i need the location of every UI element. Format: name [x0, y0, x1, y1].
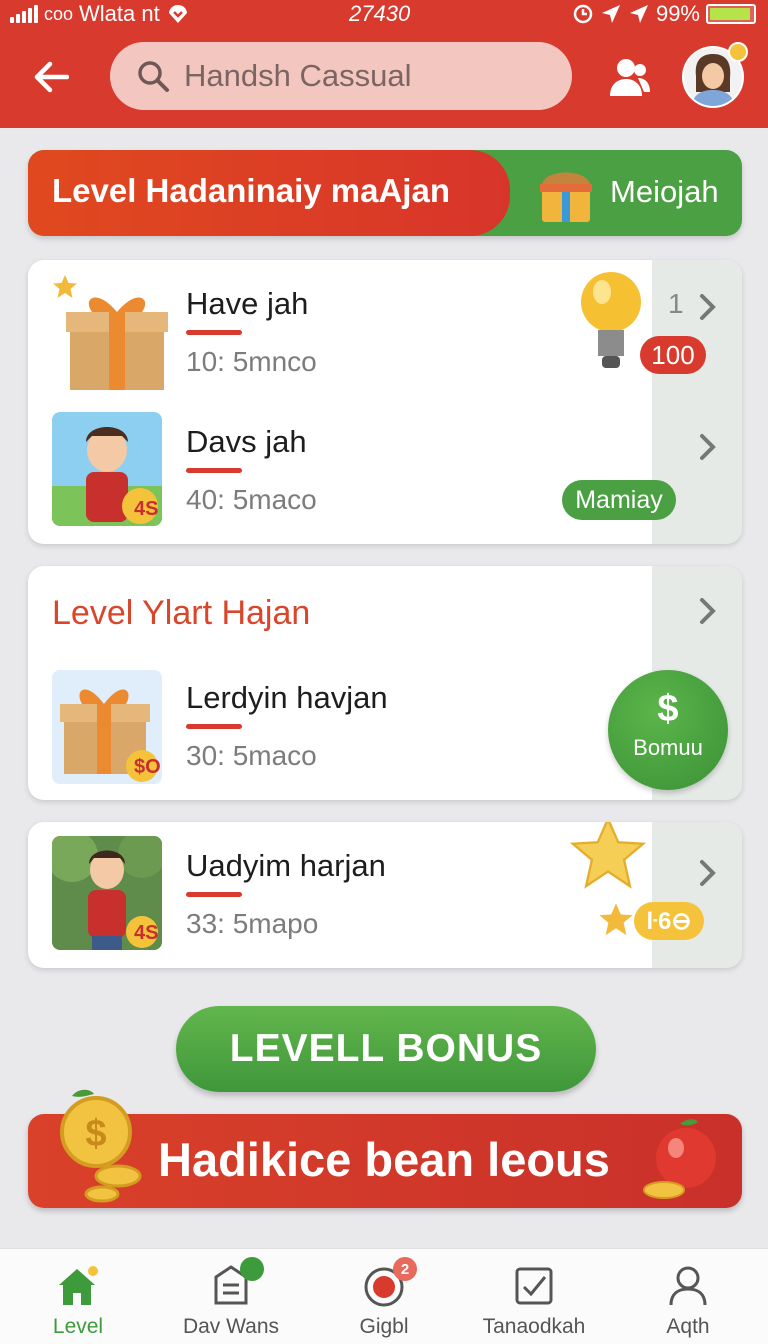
- promo-label: Hadikice bean leous: [158, 1133, 610, 1186]
- item-title: Have jah: [186, 286, 309, 321]
- svg-text:$: $: [85, 1113, 106, 1155]
- notification-dot: [728, 42, 748, 62]
- thumb-price-tag: $O: [134, 756, 161, 778]
- bonus-button[interactable]: $ Bomuu: [608, 670, 728, 790]
- signal-icon: [10, 5, 38, 23]
- profile-avatar[interactable]: [682, 42, 748, 108]
- level-section-card: Level Ylart Hajan $O Lerdyin havjan 30: …: [28, 566, 742, 800]
- promo-banner[interactable]: $ Hadikice bean leous: [28, 1089, 742, 1208]
- chevron-right-icon: [700, 434, 716, 460]
- level-banner[interactable]: Level Hadaninaiy maAjan Meiojah: [28, 150, 742, 236]
- battery-icon: [706, 4, 756, 24]
- back-button[interactable]: [28, 54, 74, 100]
- item-count: 1: [668, 288, 684, 319]
- item-subtitle: 40: 5maco: [186, 484, 317, 515]
- wifi-icon: [629, 5, 648, 23]
- item-subtitle: 33: 5mapo: [186, 908, 319, 939]
- chevron-right-icon: [700, 860, 716, 886]
- user-icon: [669, 1266, 707, 1306]
- item-subtitle: 10: 5mnco: [186, 346, 317, 377]
- star-icon: [599, 903, 633, 936]
- search-input[interactable]: [184, 58, 544, 94]
- top-app-bar: coo Wlata nt 27430 99%: [0, 0, 768, 128]
- section-title: Level Ylart Hajan: [52, 594, 311, 632]
- gift-box-image: [66, 297, 168, 390]
- nav-item-aqth[interactable]: Aqth: [640, 1249, 736, 1344]
- title-underline: [186, 330, 242, 335]
- title-underline: [186, 468, 242, 473]
- item-subtitle: 30: 5maco: [186, 740, 317, 771]
- item-title: Lerdyin havjan: [186, 680, 388, 715]
- level-bonus-button[interactable]: LEVELL BONUS: [176, 1006, 596, 1092]
- level-list-card: 4S Uadyim harjan 33: 5mapo ŀ6⊖: [28, 822, 742, 968]
- checklist-icon: [515, 1267, 553, 1305]
- search-icon: [138, 61, 169, 92]
- nav-item-gigbl[interactable]: 2 Gigbl: [334, 1249, 434, 1344]
- item-title: Uadyim harjan: [186, 848, 386, 883]
- arrow-left-icon: [34, 61, 69, 93]
- star-icon: [570, 822, 646, 889]
- item-title: Davs jah: [186, 424, 307, 459]
- bottom-nav: Level Dav Wans 2 Gigbl Tanaodkah Aqth: [0, 1248, 768, 1344]
- location-icon: [601, 5, 620, 23]
- nav-label: Aqth: [666, 1315, 710, 1338]
- title-underline: [186, 724, 242, 729]
- thumb-price-tag: 4S: [134, 498, 159, 520]
- nav-badge: [240, 1257, 264, 1281]
- status-time: 27430: [349, 1, 411, 26]
- count-badge: 100: [640, 336, 706, 374]
- chevron-right-icon: [700, 294, 716, 320]
- notification-icon: [168, 5, 187, 23]
- title-underline: [186, 892, 242, 897]
- contacts-button[interactable]: [604, 56, 654, 100]
- status-bar: coo Wlata nt 27430 99%: [0, 0, 768, 28]
- people-icon: [610, 59, 650, 96]
- carrier-name: Wlata nt: [79, 1, 160, 26]
- lightbulb-icon: [581, 272, 641, 368]
- dollar-icon: $: [657, 688, 679, 730]
- banner-side-label: Meiojah: [610, 174, 719, 209]
- card-side-strip: [652, 822, 742, 968]
- bonus-label: Bomuu: [633, 735, 703, 760]
- coin-icon: $: [60, 1089, 142, 1203]
- alarm-icon: [573, 4, 593, 24]
- nav-label: Level: [52, 1315, 104, 1338]
- gift-box-icon: [540, 172, 592, 222]
- nav-badge: 2: [393, 1257, 417, 1281]
- chevron-right-icon[interactable]: [696, 596, 720, 626]
- home-icon: [59, 1266, 98, 1305]
- nav-item-dav-wans[interactable]: Dav Wans: [172, 1249, 290, 1344]
- search-bar[interactable]: [110, 42, 572, 110]
- thumb-price-tag: 4S: [134, 922, 159, 944]
- carrier-prefix: coo: [44, 3, 74, 24]
- status-tag[interactable]: Mamiay: [562, 480, 676, 520]
- nav-label: Tanaodkah: [482, 1315, 586, 1338]
- level-list-card: Have jah 10: 5mnco 1 100 4S Davs jah 40:…: [28, 260, 742, 544]
- points-badge: ŀ6⊖: [634, 902, 704, 940]
- battery-percent: 99%: [655, 1, 700, 26]
- apple-icon: [643, 1119, 716, 1199]
- nav-label: Gigbl: [359, 1315, 409, 1338]
- banner-title: Level Hadaninaiy maAjan: [52, 172, 450, 209]
- nav-item-tanaodkah[interactable]: Tanaodkah: [470, 1249, 598, 1344]
- nav-item-level[interactable]: Level: [28, 1249, 128, 1344]
- nav-label: Dav Wans: [182, 1315, 280, 1338]
